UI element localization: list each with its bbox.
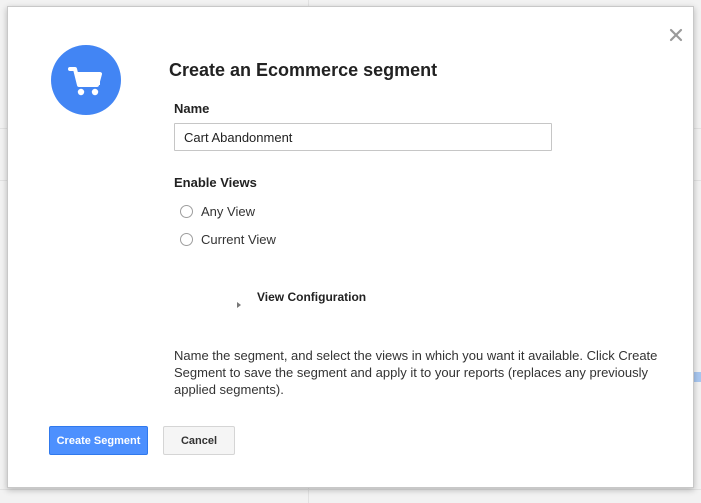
cart-icon xyxy=(68,67,102,96)
view-configuration-label: View Configuration xyxy=(257,290,367,304)
background-divider xyxy=(0,489,701,490)
segment-name-input[interactable] xyxy=(174,123,552,151)
radio-any-view[interactable]: Any View xyxy=(180,204,255,219)
radio-button[interactable] xyxy=(180,233,193,246)
dialog-title: Create an Ecommerce segment xyxy=(169,60,438,80)
cancel-button[interactable]: Cancel xyxy=(163,426,235,455)
radio-label: Any View xyxy=(201,204,255,219)
create-segment-button[interactable]: Create Segment xyxy=(49,426,148,455)
name-label: Name xyxy=(174,101,210,116)
radio-button[interactable] xyxy=(180,205,193,218)
cart-icon-badge xyxy=(51,45,121,115)
enable-views-label: Enable Views xyxy=(174,175,257,190)
description-text: Name the segment, and select the views i… xyxy=(174,348,658,397)
close-icon[interactable] xyxy=(668,27,684,43)
create-segment-dialog: Create an Ecommerce segment Name Enable … xyxy=(7,6,694,488)
view-configuration-toggle[interactable]: View Configuration xyxy=(237,290,366,308)
radio-label: Current View xyxy=(201,232,276,247)
radio-current-view[interactable]: Current View xyxy=(180,232,276,247)
expand-triangle-icon xyxy=(237,302,241,308)
